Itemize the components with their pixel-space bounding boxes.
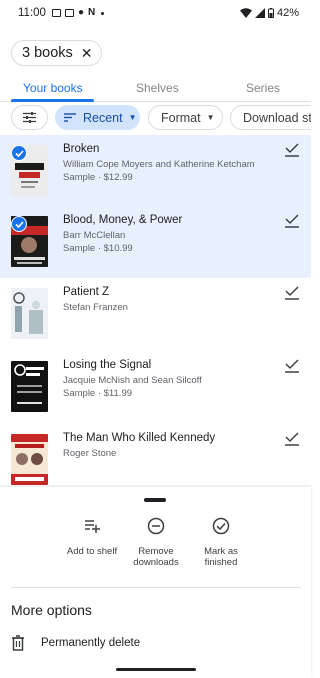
message-icon (51, 9, 61, 17)
sort-icon (64, 113, 76, 122)
mark-as-finished-label: Mark as finished (204, 546, 238, 568)
trash-icon (12, 635, 24, 651)
status-bar: 11:00 ● N 42% (0, 0, 311, 26)
close-icon[interactable]: ✕ (81, 45, 93, 62)
tab-series[interactable]: Series (246, 81, 280, 95)
news-icon: N (87, 7, 96, 18)
mark-finished-icon[interactable] (284, 143, 300, 157)
bottom-sheet: Add to shelf Remove downloads Mark as fi… (0, 487, 311, 678)
chevron-down-icon: ▼ (128, 113, 137, 122)
book-title: Losing the Signal (63, 359, 152, 371)
book-row[interactable]: The Man Who Killed Kennedy Roger Stone (0, 424, 311, 490)
selection-count-chip[interactable]: 3 books ✕ (11, 40, 102, 66)
filter-chip-row: Recent ▼ Format ▼ Download sta (0, 105, 311, 131)
book-author: Stefan Franzen (63, 302, 128, 313)
book-cover (11, 434, 48, 485)
format-filter-chip[interactable]: Format ▼ (148, 105, 223, 130)
drag-handle[interactable] (144, 498, 166, 502)
remove-downloads-button[interactable]: Remove downloads (120, 517, 192, 568)
download-status-chip[interactable]: Download sta (230, 105, 311, 130)
remove-circle-icon (147, 517, 165, 535)
book-row[interactable]: Patient Z Stefan Franzen (0, 278, 311, 349)
more-notifications-dot (101, 11, 105, 15)
book-price: Sample · $11.99 (63, 388, 133, 399)
filter-settings-chip[interactable] (11, 105, 48, 130)
book-row[interactable]: Broken William Cope Moyers and Katherine… (0, 135, 311, 206)
book-author: Barr McClellan (63, 230, 126, 241)
sheet-divider (11, 587, 301, 588)
book-price: Sample · $10.99 (63, 243, 133, 254)
book-title: Patient Z (63, 286, 110, 298)
battery-icon (267, 8, 274, 18)
book-price: Sample · $12.99 (63, 172, 133, 183)
book-cover (11, 288, 48, 339)
add-to-shelf-label: Add to shelf (66, 546, 118, 557)
selected-check-icon (11, 145, 27, 161)
mark-finished-icon[interactable] (284, 214, 300, 228)
selected-check-icon (11, 216, 27, 232)
status-time: 11:00 (18, 7, 46, 19)
add-to-shelf-button[interactable]: Add to shelf (56, 517, 128, 557)
mark-finished-icon[interactable] (284, 432, 300, 446)
more-options-title: More options (11, 602, 92, 618)
gesture-nav-bar[interactable] (116, 668, 196, 671)
tab-shelves[interactable]: Shelves (136, 81, 179, 95)
permanently-delete-label: Permanently delete (41, 637, 141, 649)
book-row[interactable]: Blood, Money, & Power Barr McClellan Sam… (0, 206, 311, 278)
sort-label: Recent (83, 110, 123, 125)
mark-as-finished-button[interactable]: Mark as finished (185, 517, 257, 568)
remove-downloads-label: Remove downloads (133, 546, 179, 568)
book-title: Broken (63, 143, 100, 155)
notification-icons: ● N (51, 7, 105, 18)
tab-your-books[interactable]: Your books (23, 81, 83, 95)
book-author: Roger Stone (63, 448, 117, 459)
selection-count-label: 3 books (22, 45, 73, 61)
playlist-add-icon (85, 520, 100, 533)
book-row[interactable]: Losing the Signal Jacquie McNish and Sea… (0, 351, 311, 422)
battery-percent: 42% (276, 7, 299, 19)
wifi-icon (239, 8, 252, 18)
book-title: Blood, Money, & Power (63, 214, 183, 226)
book-author: William Cope Moyers and Katherine Ketcha… (63, 159, 255, 170)
mark-finished-icon[interactable] (284, 286, 300, 300)
check-circle-icon (212, 517, 230, 535)
mark-finished-icon[interactable] (284, 359, 300, 373)
reddit-icon: ● (77, 7, 84, 18)
tune-icon (23, 112, 36, 123)
format-label: Format (161, 110, 201, 125)
tab-bar: Your books Shelves Series (0, 74, 311, 102)
permanently-delete-button[interactable]: Permanently delete (11, 632, 140, 654)
book-author: Jacquie McNish and Sean Silcoff (63, 375, 202, 386)
book-title: The Man Who Killed Kennedy (63, 432, 216, 444)
chevron-down-icon: ▼ (206, 113, 215, 122)
active-tab-indicator (11, 99, 94, 102)
download-status-label: Download sta (243, 110, 311, 125)
signal-icon (254, 8, 265, 18)
book-cover (11, 361, 48, 412)
sort-recent-chip[interactable]: Recent ▼ (55, 105, 140, 130)
book-icon (64, 9, 74, 17)
